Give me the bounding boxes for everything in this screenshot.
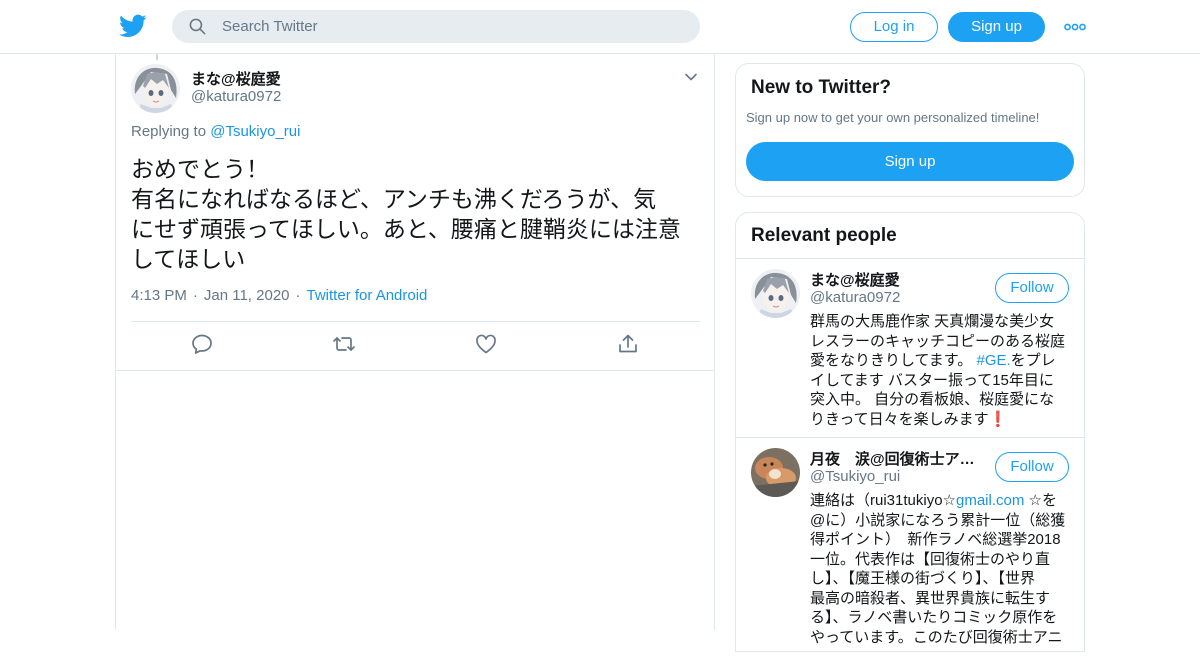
- search-bar[interactable]: [172, 10, 700, 43]
- bio-line: 連絡は（rui31tukiyo☆gmail.com ☆を: [810, 491, 1070, 511]
- person-bio: 連絡は（rui31tukiyo☆gmail.com ☆を @に）小説家になろう累…: [810, 491, 1070, 647]
- bio-line: りきって日々を楽しみます❗: [810, 410, 1070, 430]
- tweet-author-name[interactable]: まな@桜庭愛: [191, 68, 281, 89]
- tweet-text-line: 有名になればなるほど、アンチも沸くだろうが、気: [131, 186, 657, 212]
- bio-line: 愛をなりきりしてます。 #GE.をプレ: [810, 351, 1070, 371]
- reply-icon[interactable]: [190, 332, 214, 356]
- list-item[interactable]: 月夜 涙@回復術士ア… @Tsukiyo_rui Follow 連絡は（rui3…: [736, 438, 1084, 658]
- list-item[interactable]: まな@桜庭愛 @katura0972 Follow 群馬の大馬鹿作家 天真爛漫な…: [736, 259, 1084, 437]
- bio-text: りきって日々を楽しみます: [810, 410, 989, 428]
- bio-line: 群馬の大馬鹿作家 天真爛漫な美少女: [810, 313, 1055, 330]
- tweet-text: おめでとう！ 有名になればなるほど、アンチも沸くだろうが、気 にせず頑張ってほし…: [131, 154, 703, 274]
- bio-text: をプレ: [1010, 352, 1056, 369]
- bio-link[interactable]: gmail.com: [956, 492, 1024, 509]
- sign-up-button[interactable]: Sign up: [746, 142, 1074, 181]
- divider: [116, 370, 714, 371]
- bio-text: 連絡は（rui31tukiyo☆: [810, 492, 956, 509]
- bio-line: @に）小説家になろう累計一位（総獲: [810, 511, 1066, 529]
- tweet-actions-bar: [116, 332, 716, 362]
- follow-button[interactable]: Follow: [995, 273, 1069, 303]
- bio-line: 得ポイント） 新作ラノベ総選挙2018: [810, 531, 1061, 548]
- person-handle[interactable]: @katura0972: [810, 289, 900, 306]
- bio-line: イしてます バスター振って15年目に: [810, 371, 1054, 389]
- card-subtitle: Sign up now to get your own personalized…: [746, 110, 1040, 125]
- new-to-twitter-card: New to Twitter? Sign up now to get your …: [735, 63, 1085, 197]
- chevron-down-icon[interactable]: [684, 70, 698, 84]
- bio-line: やっています。このたび回復術士アニ: [810, 628, 1063, 646]
- tweet-author-handle[interactable]: @katura0972: [191, 88, 281, 105]
- person-name[interactable]: 月夜 涙@回復術士ア…: [810, 448, 975, 469]
- person-handle[interactable]: @Tsukiyo_rui: [810, 468, 900, 485]
- bio-line: 最高の暗殺者、異世界貴族に転生す: [810, 589, 1051, 607]
- bio-line: レスラーのキャッチコピーのある桜庭: [810, 332, 1066, 350]
- top-navigation-bar: Log in Sign up: [0, 0, 1200, 54]
- bio-line: 突入中。 自分の看板娘、桜庭愛にな: [810, 391, 1055, 408]
- search-icon: [189, 18, 206, 35]
- relevant-people-card: Relevant people まな@桜庭愛 @katura0972 Follo…: [735, 212, 1085, 652]
- replying-to-prefix: Replying to: [131, 123, 207, 140]
- twitter-bird-icon[interactable]: [119, 12, 147, 40]
- follow-button[interactable]: Follow: [995, 452, 1069, 482]
- bio-text: ☆を: [1024, 492, 1057, 509]
- exclamation-emoji-icon: ❗: [988, 410, 1008, 428]
- replying-to-link[interactable]: @Tsukiyo_rui: [210, 123, 300, 140]
- search-input[interactable]: [222, 10, 682, 43]
- person-name[interactable]: まな@桜庭愛: [810, 269, 900, 290]
- avatar[interactable]: [751, 269, 800, 318]
- sign-up-button[interactable]: Sign up: [948, 12, 1045, 42]
- tweet-detail-column: まな@桜庭愛 @katura0972 Replying to @Tsukiyo_…: [115, 54, 715, 630]
- divider: [131, 321, 700, 322]
- person-bio: 群馬の大馬鹿作家 天真爛漫な美少女 レスラーのキャッチコピーのある桜庭 愛をなり…: [810, 312, 1070, 429]
- avatar[interactable]: [751, 448, 800, 497]
- tweet-text-line: にせず頑張ってほしい。あと、腰痛と腱鞘炎には注意: [131, 216, 681, 242]
- tweet-date[interactable]: Jan 11, 2020: [204, 287, 290, 304]
- thread-connector-line: [156, 54, 158, 60]
- bio-line: る】、ラノベ書いたりコミック原作を: [810, 609, 1058, 626]
- like-icon[interactable]: [474, 332, 498, 356]
- tweet-text-line: おめでとう！: [131, 156, 269, 182]
- share-icon[interactable]: [616, 332, 640, 356]
- card-title: Relevant people: [751, 225, 897, 246]
- hashtag-link[interactable]: #GE.: [976, 352, 1010, 369]
- tweet-text-line: してほしい: [131, 246, 246, 272]
- bio-line: し】、【魔王様の街づくり】、【世界: [810, 570, 1036, 587]
- bio-text: 愛をなりきりしてます。: [810, 352, 973, 369]
- tweet-time[interactable]: 4:13 PM: [131, 287, 187, 304]
- more-dots-icon[interactable]: [1064, 17, 1086, 37]
- replying-to-line: Replying to @Tsukiyo_rui: [131, 123, 300, 140]
- card-title: New to Twitter?: [751, 77, 892, 98]
- tweet-metadata: 4:13 PM · Jan 11, 2020 · Twitter for Android: [131, 287, 428, 304]
- tweet-source-link[interactable]: Twitter for Android: [307, 287, 428, 304]
- bio-line: 一位。代表作は【回復術士のやり直: [810, 550, 1051, 568]
- retweet-icon[interactable]: [332, 332, 356, 356]
- avatar[interactable]: [131, 64, 180, 113]
- log-in-button[interactable]: Log in: [850, 12, 938, 42]
